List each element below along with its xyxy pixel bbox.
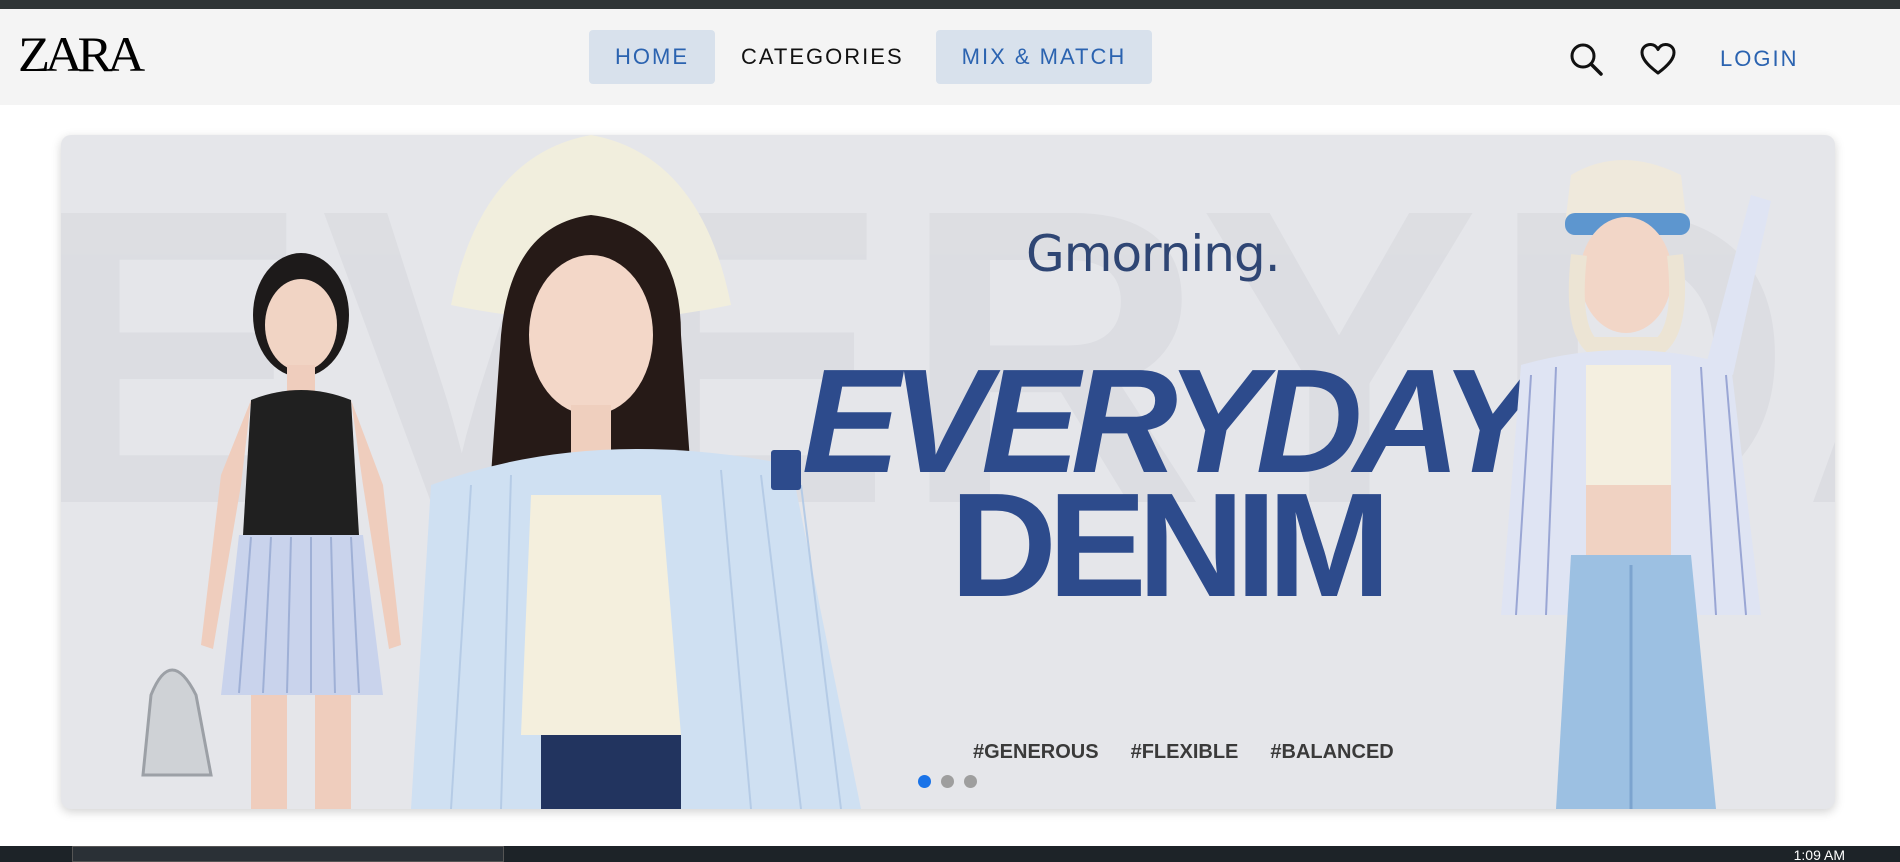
taskbar-clock: 1:09 AM xyxy=(1793,847,1845,862)
nav-home-button[interactable]: HOME xyxy=(589,30,715,84)
banner-headline: EVERYDAY DENIM xyxy=(751,347,1581,620)
brand-wordmark: Gmorning. xyxy=(1026,225,1281,283)
hashtag-list: #GENEROUS #FLEXIBLE #BALANCED xyxy=(973,741,1394,764)
main-nav: HOME CATEGORIES MIX & MATCH xyxy=(589,30,1153,84)
model-image-right xyxy=(1501,160,1771,809)
hashtag-flexible: #FLEXIBLE xyxy=(1130,741,1239,763)
search-icon[interactable] xyxy=(1566,39,1606,79)
hashtag-generous: #GENEROUS xyxy=(973,741,1099,763)
hashtag-balanced: #BALANCED xyxy=(1270,741,1394,763)
carousel-dot-2[interactable] xyxy=(941,775,954,788)
nav-mix-match-button[interactable]: MIX & MATCH xyxy=(935,30,1153,84)
heart-icon[interactable] xyxy=(1638,39,1678,79)
taskbar-window-tab[interactable] xyxy=(72,846,504,862)
zara-logo[interactable]: ZARA xyxy=(18,29,145,79)
header-actions: LOGIN xyxy=(1566,39,1798,79)
window-top-strip xyxy=(0,0,1900,9)
login-link[interactable]: LOGIN xyxy=(1720,46,1798,72)
nav-categories-button[interactable]: CATEGORIES xyxy=(731,30,914,84)
os-taskbar: 1:09 AM xyxy=(0,846,1900,862)
top-navbar: ZARA HOME CATEGORIES MIX & MATCH LOGIN xyxy=(0,9,1900,105)
carousel-dot-1[interactable] xyxy=(918,775,931,788)
carousel-indicators xyxy=(918,775,977,788)
hero-carousel[interactable]: EVERYDAY Gmorning. xyxy=(61,135,1835,809)
carousel-dot-3[interactable] xyxy=(964,775,977,788)
